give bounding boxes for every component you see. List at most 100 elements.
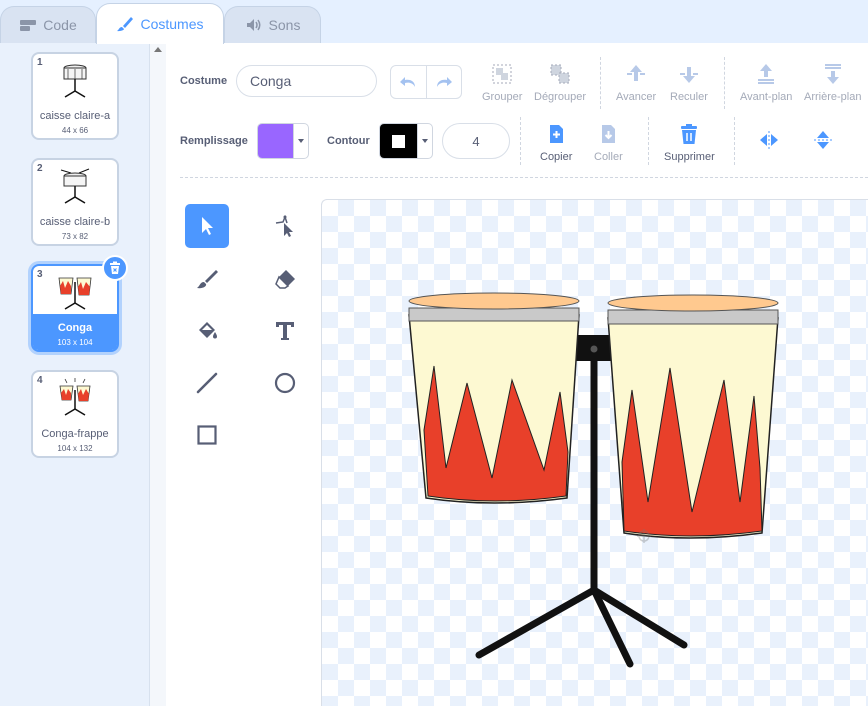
ungroup-label: Dégrouper — [534, 91, 586, 103]
circle-tool[interactable] — [263, 361, 307, 405]
snare-drum-thumbnail — [63, 64, 87, 98]
outline-label: Contour — [327, 135, 370, 147]
trash-icon — [681, 124, 698, 144]
tab-sounds-label: Sons — [268, 17, 301, 33]
text-tool[interactable] — [263, 309, 307, 353]
costume-name: Conga-frappe — [41, 428, 109, 440]
fill-color-picker[interactable] — [257, 123, 309, 159]
conga-drawing[interactable] — [322, 200, 868, 706]
flip-vertical-icon — [814, 131, 832, 149]
eraser-tool[interactable] — [263, 257, 307, 301]
conga-hit-thumbnail — [59, 378, 91, 416]
fill-label: Remplissage — [180, 135, 248, 147]
costume-size: 44 x 66 — [61, 126, 89, 135]
forward-label: Avancer — [616, 91, 657, 103]
redo-button[interactable] — [425, 66, 462, 98]
group-label: Grouper — [482, 91, 523, 103]
back-label: Arrière-plan — [804, 91, 862, 103]
group-icon — [492, 64, 512, 84]
fill-dropdown[interactable] — [293, 124, 308, 158]
stand-bolt — [590, 345, 598, 353]
tab-code[interactable]: Code — [0, 6, 96, 43]
costume-name: Conga — [57, 322, 93, 334]
paintbrush-icon — [117, 17, 134, 32]
flip-vertical-button[interactable] — [812, 129, 834, 157]
line-icon — [196, 372, 218, 394]
front-button[interactable]: Avant-plan — [740, 63, 792, 103]
paint-bucket-icon — [199, 322, 217, 339]
stand-leg-left — [475, 586, 598, 659]
group-button[interactable]: Grouper — [482, 63, 522, 103]
brush-tool[interactable] — [185, 257, 229, 301]
rectangle-tool[interactable] — [185, 413, 229, 457]
copy-label: Copier — [540, 151, 573, 163]
costume-list: 1 caisse claire-a 44 x 66 2 caisse clair… — [0, 43, 150, 706]
arrow-down-icon — [679, 67, 698, 83]
delete-costume-button[interactable] — [102, 255, 128, 281]
paste-button[interactable]: Coller — [594, 123, 623, 163]
backward-label: Reculer — [670, 91, 708, 103]
outline-color-swatch[interactable] — [380, 124, 417, 158]
costume-size: 104 x 132 — [57, 444, 93, 453]
paint-canvas[interactable] — [321, 199, 868, 706]
paintbrush-icon — [197, 270, 218, 289]
costume-number: 4 — [37, 375, 43, 386]
undo-icon — [400, 77, 416, 87]
undo-button[interactable] — [391, 66, 426, 98]
arrow-up-icon — [627, 65, 646, 81]
undo-redo-group — [390, 65, 462, 99]
circle-icon — [274, 372, 296, 394]
outline-color-picker[interactable] — [379, 123, 433, 159]
outline-width-input[interactable] — [442, 123, 510, 159]
chevron-down-icon — [298, 139, 304, 143]
back-button[interactable]: Arrière-plan — [804, 63, 861, 103]
toolbar-divider — [600, 57, 601, 109]
line-tool[interactable] — [185, 361, 229, 405]
chevron-down-icon — [422, 139, 428, 143]
reshape-icon — [275, 214, 293, 237]
tab-costumes[interactable]: Costumes — [96, 3, 224, 44]
rectangle-icon — [197, 425, 217, 445]
costume-number: 1 — [37, 57, 43, 68]
outline-dropdown[interactable] — [417, 124, 432, 158]
delete-button[interactable]: Supprimer — [664, 123, 715, 163]
costume-name: caisse claire-b — [39, 216, 111, 228]
costume-number: 2 — [37, 163, 43, 174]
costume-label: Costume — [180, 75, 228, 87]
fill-color-swatch[interactable] — [258, 124, 293, 158]
toolbar-divider — [734, 117, 735, 165]
toolbar-divider — [520, 117, 521, 165]
ungroup-button[interactable]: Dégrouper — [534, 63, 586, 103]
ungroup-icon — [550, 64, 570, 84]
copy-button[interactable]: Copier — [540, 123, 572, 163]
paste-label: Coller — [594, 151, 623, 163]
fill-tool[interactable] — [185, 309, 229, 353]
costume-number: 3 — [37, 269, 43, 280]
redo-icon — [436, 77, 452, 87]
costume-item-4[interactable]: 4 Conga-frappe 104 x 132 — [31, 370, 119, 458]
select-tool[interactable] — [185, 204, 229, 248]
toolbar-divider — [648, 117, 649, 165]
costume-item-1[interactable]: 1 caisse claire-a 44 x 66 — [31, 52, 119, 140]
costume-item-2[interactable]: 2 caisse claire-b 73 x 82 — [31, 158, 119, 246]
toolbar-divider — [724, 57, 725, 109]
toolbar-separator — [180, 177, 868, 178]
costume-name-input[interactable] — [236, 65, 377, 97]
list-scrollbar[interactable] — [150, 43, 166, 706]
paint-editor: Costume Grouper Dégrouper Avancer Recule… — [166, 43, 868, 706]
left-conga-drum — [408, 292, 580, 504]
scroll-up-arrow-icon[interactable] — [154, 47, 162, 52]
flip-horizontal-icon — [760, 131, 778, 149]
costume-item-3[interactable]: 3 Conga 103 x 104 — [31, 255, 128, 352]
backward-button[interactable]: Reculer — [670, 63, 708, 103]
forward-button[interactable]: Avancer — [616, 63, 656, 103]
reshape-tool[interactable] — [263, 204, 307, 248]
tab-sounds[interactable]: Sons — [224, 6, 321, 43]
bring-to-front-icon — [758, 64, 775, 84]
flip-horizontal-button[interactable] — [758, 129, 780, 157]
right-conga-drum — [607, 294, 779, 539]
conga-thumbnail — [58, 277, 92, 310]
cursor-icon — [202, 217, 213, 235]
tab-costumes-label: Costumes — [140, 16, 204, 32]
costume-size: 73 x 82 — [61, 232, 89, 241]
